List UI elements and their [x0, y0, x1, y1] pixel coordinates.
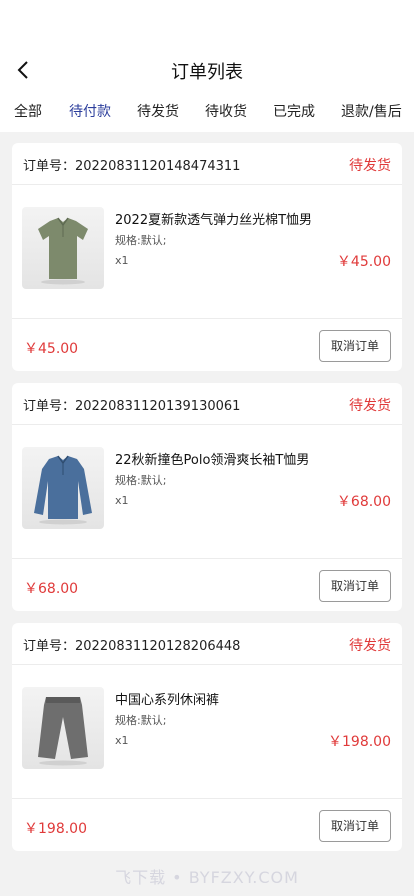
product-spec: 规格:默认; [115, 714, 167, 727]
cancel-order-button[interactable]: 取消订单 [319, 570, 391, 602]
tab-refund-aftersale[interactable]: 退款/售后 [341, 101, 402, 121]
tab-all[interactable]: 全部 [14, 101, 42, 121]
tab-pending-receipt[interactable]: 待收货 [205, 101, 247, 121]
order-header: 订单号：20220831120128206448 待发货 [12, 623, 402, 665]
order-footer: ￥68.00 取消订单 [12, 558, 402, 611]
cancel-order-button[interactable]: 取消订单 [319, 330, 391, 362]
cancel-order-button[interactable]: 取消订单 [319, 810, 391, 842]
order-card: 订单号：20220831120148474311 待发货 2022夏新款透气弹力… [12, 143, 402, 371]
product-quantity: x1 [115, 734, 129, 747]
product-quantity: x1 [115, 254, 129, 267]
order-total: ￥45.00 [24, 341, 79, 357]
product-price: ￥198.00 [328, 734, 391, 750]
order-status: 待发货 [349, 398, 391, 414]
order-header: 订单号：20220831120148474311 待发货 [12, 143, 402, 185]
product-spec: 规格:默认; [115, 474, 167, 487]
tab-pending-payment[interactable]: 待付款 [69, 101, 111, 121]
order-card: 订单号：20220831120128206448 待发货 中国心系列休闲裤 规格… [12, 623, 402, 851]
product-image-green-polo[interactable] [22, 207, 104, 289]
product-image-blue-polo[interactable] [22, 447, 104, 529]
order-number: 订单号：20220831120128206448 [23, 639, 241, 654]
order-footer: ￥198.00 取消订单 [12, 798, 402, 851]
product-name[interactable]: 中国心系列休闲裤 [115, 689, 219, 708]
product-quantity: x1 [115, 494, 129, 507]
product-spec: 规格:默认; [115, 234, 167, 247]
page-title: 订单列表 [171, 62, 243, 83]
order-number: 订单号：20220831120139130061 [23, 399, 241, 414]
product-price: ￥68.00 [336, 494, 391, 510]
order-number: 订单号：20220831120148474311 [23, 159, 241, 174]
order-total: ￥198.00 [24, 821, 87, 837]
product-name[interactable]: 2022夏新款透气弹力丝光棉T恤男 [115, 209, 312, 228]
order-status: 待发货 [349, 638, 391, 654]
top-bar: 订单列表 全部 待付款 待发货 待收货 已完成 退款/售后 [0, 0, 414, 132]
order-status: 待发货 [349, 158, 391, 174]
order-total: ￥68.00 [24, 581, 79, 597]
tab-pending-shipment[interactable]: 待发货 [137, 101, 179, 121]
order-footer: ￥45.00 取消订单 [12, 318, 402, 371]
tab-completed[interactable]: 已完成 [273, 101, 315, 121]
product-name[interactable]: 22秋新撞色Polo领滑爽长袖T恤男 [115, 449, 309, 468]
order-status-tabs: 全部 待付款 待发货 待收货 已完成 退款/售后 [0, 101, 414, 127]
product-image-grey-pants[interactable] [22, 687, 104, 769]
order-header: 订单号：20220831120139130061 待发货 [12, 383, 402, 425]
product-price: ￥45.00 [336, 254, 391, 270]
watermark: 飞下载 • BYFZXY.COM [115, 868, 299, 887]
order-card: 订单号：20220831120139130061 待发货 22秋新撞色Polo领… [12, 383, 402, 611]
